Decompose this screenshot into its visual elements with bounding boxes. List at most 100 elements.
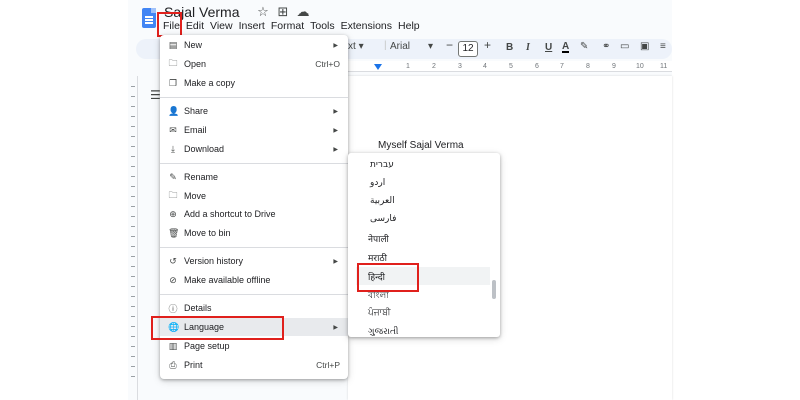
file-menu-add-shortcut[interactable]: ⊕ Add a shortcut to Drive [160, 205, 348, 223]
menu-item-label: Make available offline [184, 275, 271, 285]
drive-shortcut-icon: ⊕ [169, 208, 177, 219]
decrease-font-size-icon[interactable]: − [446, 38, 453, 52]
download-icon: ⤓ [171, 143, 175, 154]
vertical-ruler[interactable] [128, 76, 138, 400]
menu-extensions[interactable]: Extensions [338, 20, 395, 32]
menu-divider [160, 163, 348, 164]
language-option-persian[interactable]: فارسی [368, 210, 492, 228]
menu-item-label: Version history [184, 256, 244, 266]
file-menu-highlight [157, 12, 182, 37]
star-icon[interactable]: ☆ [256, 4, 270, 20]
file-menu-share[interactable]: 👤 Share ▶ [160, 102, 348, 120]
ruler-number: 7 [560, 63, 564, 70]
file-menu-make-a-copy[interactable]: ❐ Make a copy [160, 74, 348, 92]
underline-button[interactable]: U [545, 42, 552, 53]
language-option-nepali[interactable]: नेपाली [368, 229, 492, 247]
increase-font-size-icon[interactable]: + [484, 38, 491, 52]
font-size-input[interactable]: 12 [458, 41, 478, 57]
menu-item-label: Share [184, 106, 209, 116]
menu-item-label: Download [184, 144, 225, 154]
submenu-arrow-icon: ▶ [333, 146, 338, 153]
add-comment-icon[interactable]: ▭ [620, 41, 629, 52]
document-icon: ▤ [168, 39, 178, 50]
email-icon: ✉ [169, 124, 177, 135]
font-dropdown[interactable]: Arial [390, 41, 410, 52]
menu-format[interactable]: Format [268, 20, 307, 32]
menu-help[interactable]: Help [395, 20, 423, 32]
file-menu-rename[interactable]: ✎ Rename [160, 168, 348, 186]
cloud-status-icon[interactable]: ☁ [296, 4, 310, 20]
folder-icon: 🗀 [168, 58, 178, 68]
file-menu-move-to-bin[interactable]: 🗑 Move to bin [160, 224, 348, 242]
menu-item-label: Details [184, 303, 212, 313]
menu-bar: File Edit View Insert Format Tools Exten… [160, 20, 423, 32]
horizontal-ruler[interactable] [340, 61, 672, 72]
language-option-arabic[interactable]: العربية [368, 192, 492, 210]
file-menu-details[interactable]: ⓘ Details [160, 299, 348, 317]
ruler-number: 3 [458, 63, 462, 70]
hindi-highlight [357, 263, 419, 292]
file-menu-download[interactable]: ⤓ Download ▶ [160, 140, 348, 158]
bold-button[interactable]: B [506, 42, 513, 53]
ruler-number: 1 [406, 63, 410, 70]
submenu-arrow-icon: ▶ [333, 324, 338, 331]
file-menu-open[interactable]: 🗀 Open Ctrl+O [160, 55, 348, 73]
google-docs-icon[interactable] [142, 8, 156, 28]
menu-item-label: New [184, 40, 203, 50]
language-option-hebrew[interactable]: עברית [368, 156, 492, 174]
menu-item-label: Add a shortcut to Drive [184, 209, 276, 219]
file-menu-move[interactable]: 🗀 Move [160, 187, 348, 205]
menu-item-label: Open [184, 59, 207, 69]
menu-insert[interactable]: Insert [236, 20, 268, 32]
file-menu-make-available-offline[interactable]: ⊘ Make available offline [160, 271, 348, 289]
text-color-button[interactable]: A [562, 42, 570, 53]
rename-icon: ✎ [169, 171, 177, 182]
file-menu-version-history[interactable]: ↺ Version history ▶ [160, 252, 348, 270]
highlight-pen-icon[interactable]: ✎ [580, 41, 588, 52]
submenu-arrow-icon: ▶ [333, 127, 338, 134]
submenu-arrow-icon: ▶ [333, 42, 338, 49]
ruler-number: 9 [612, 63, 616, 70]
language-option-gujarati[interactable]: ગુજરાતી [368, 323, 492, 341]
menu-item-label: Make a copy [184, 78, 236, 88]
printer-icon: ⎙ [169, 359, 177, 370]
menu-edit[interactable]: Edit [183, 20, 207, 32]
ruler-number: 11 [660, 63, 668, 70]
styles-dropdown[interactable]: xt ▾ [348, 41, 364, 52]
menu-tools[interactable]: Tools [307, 20, 338, 32]
copy-icon: ❐ [168, 77, 178, 88]
offline-icon: ⊘ [169, 274, 177, 285]
file-menu-email[interactable]: ✉ Email ▶ [160, 121, 348, 139]
insert-image-icon[interactable]: ▣ [640, 41, 649, 52]
title-actions: ☆ ⊞ ☁ [256, 4, 310, 20]
menu-view[interactable]: View [207, 20, 236, 32]
submenu-arrow-icon: ▶ [333, 108, 338, 115]
menu-item-label: Rename [184, 172, 219, 182]
ruler-number: 8 [586, 63, 590, 70]
ruler-number: 2 [432, 63, 436, 70]
move-folder-icon: 🗀 [168, 190, 178, 200]
file-menu-new[interactable]: ▤ New ▶ [160, 36, 348, 54]
chevron-down-icon[interactable]: ▾ [428, 41, 433, 52]
font-label: Arial [390, 41, 411, 52]
ruler-number: 6 [535, 63, 539, 70]
language-option-punjabi[interactable]: ਪੰਜਾਬੀ [368, 304, 492, 322]
ruler-number: 5 [509, 63, 513, 70]
move-folder-icon[interactable]: ⊞ [276, 4, 290, 20]
submenu-arrow-icon: ▶ [333, 258, 338, 265]
chevron-down-icon: ▾ [358, 41, 364, 52]
language-option-urdu[interactable]: اردو [368, 174, 492, 192]
menu-divider [160, 97, 348, 98]
menu-item-label: Email [184, 125, 207, 135]
document-body-text[interactable]: Myself Sajal Verma [378, 140, 464, 151]
menu-divider [160, 294, 348, 295]
italic-button[interactable]: I [526, 42, 530, 53]
file-menu-print[interactable]: ⎙ Print Ctrl+P [160, 356, 348, 374]
language-highlight [151, 316, 284, 340]
language-submenu-scrollbar[interactable] [492, 280, 496, 299]
ruler-number: 10 [636, 63, 644, 70]
indent-marker-icon[interactable] [374, 64, 382, 70]
menu-divider [160, 247, 348, 248]
link-icon[interactable]: ⚭ [602, 41, 610, 52]
align-icon[interactable]: ≡ [660, 41, 666, 52]
